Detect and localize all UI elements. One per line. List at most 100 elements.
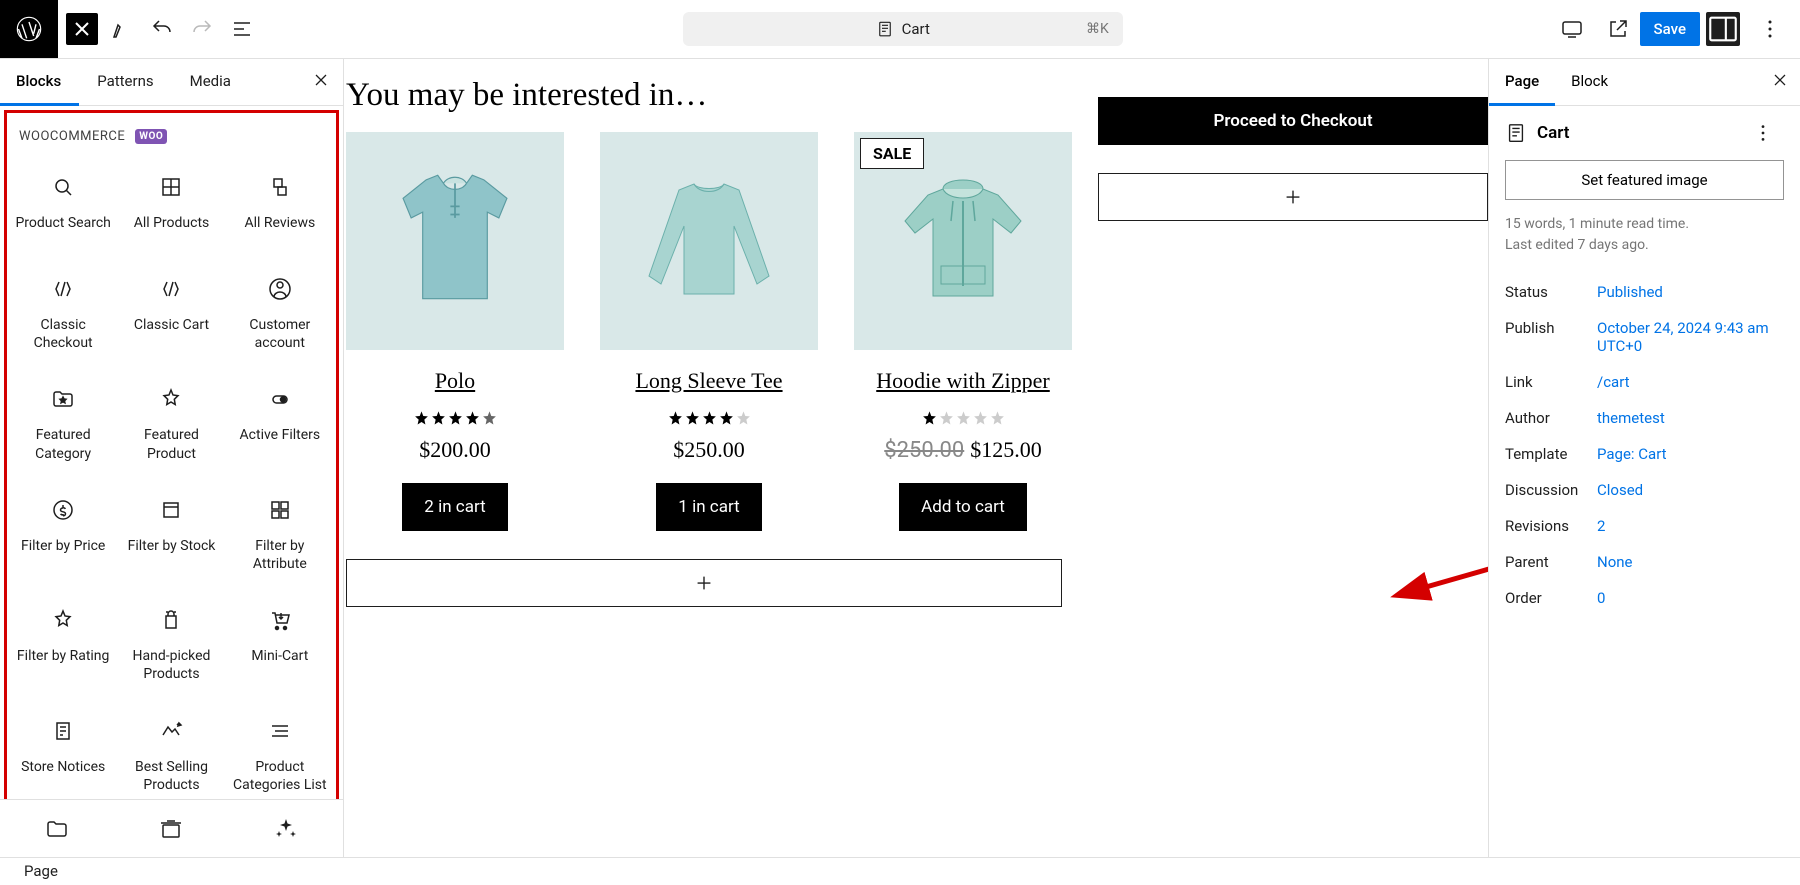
product-title[interactable]: Long Sleeve Tee [635,368,782,394]
read-time-label: 15 words, 1 minute read time. [1489,214,1800,235]
setting-key: Discussion [1505,481,1597,499]
block-item-hand-picked-products[interactable]: Hand-picked Products [117,593,225,703]
block-item-featured-category[interactable]: Featured Category [9,372,117,482]
setting-row-link[interactable]: Link/cart [1489,364,1800,400]
block-icon [158,386,184,412]
redo-button[interactable] [186,13,218,45]
setting-key: Link [1505,373,1597,391]
block-icon [267,174,293,200]
block-item-all-reviews[interactable]: All Reviews [226,160,334,262]
document-title-bar[interactable]: Cart ⌘K [683,12,1123,46]
setting-value[interactable]: Published [1597,283,1784,301]
block-label: Filter by Stock [128,537,216,555]
setting-value[interactable]: Closed [1597,481,1784,499]
block-label: Active Filters [240,426,321,444]
product-title[interactable]: Hoodie with Zipper [876,368,1050,394]
setting-row-parent[interactable]: ParentNone [1489,544,1800,580]
close-inserter-button[interactable] [66,13,98,45]
block-item-product-search[interactable]: Product Search [9,160,117,262]
block-item-featured-product[interactable]: Featured Product [117,372,225,482]
inserter-tabs: Blocks Patterns Media [0,59,343,106]
setting-value[interactable]: 2 [1597,517,1784,535]
tab-patterns[interactable]: Patterns [79,59,171,106]
block-icon [158,174,184,200]
view-button[interactable] [1556,13,1588,45]
setting-value[interactable]: themetest [1597,409,1784,427]
checkout-button[interactable]: Proceed to Checkout [1098,97,1488,145]
undo-button[interactable] [146,13,178,45]
block-label: Filter by Attribute [230,537,330,573]
setting-row-status[interactable]: StatusPublished [1489,274,1800,310]
breadcrumb[interactable]: Page [24,862,58,880]
product-card: Polo $200.00 2 in cart [346,132,564,531]
options-button[interactable] [1754,13,1786,45]
external-view-button[interactable] [1602,13,1634,45]
block-icon [158,497,184,523]
setting-value[interactable]: /cart [1597,373,1784,391]
block-icon [267,386,293,412]
last-edited-label: Last edited 7 days ago. [1489,235,1800,256]
block-icon [158,718,184,744]
add-block-button[interactable] [346,559,1062,607]
setting-key: Author [1505,409,1597,427]
block-item-filter-by-price[interactable]: Filter by Price [9,483,117,593]
setting-row-author[interactable]: Authorthemetest [1489,400,1800,436]
add-to-cart-button[interactable]: 1 in cart [656,483,761,531]
tab-page[interactable]: Page [1489,59,1555,106]
product-image[interactable] [346,132,564,350]
setting-key: Parent [1505,553,1597,571]
setting-value[interactable]: None [1597,553,1784,571]
woo-badge: WOO [135,129,167,144]
block-item-customer-account[interactable]: Customer account [226,262,334,372]
block-item-all-products[interactable]: All Products [117,160,225,262]
setting-row-template[interactable]: TemplatePage: Cart [1489,436,1800,472]
tab-media[interactable]: Media [172,59,249,106]
product-image[interactable] [600,132,818,350]
settings-panel-toggle[interactable] [1706,12,1740,46]
block-item-classic-checkout[interactable]: Classic Checkout [9,262,117,372]
block-item-filter-by-rating[interactable]: Filter by Rating [9,593,117,703]
block-item-store-notices[interactable]: Store Notices [9,704,117,800]
tools-button[interactable] [106,13,138,45]
tab-blocks[interactable]: Blocks [0,59,79,106]
page-actions-icon[interactable] [1752,122,1774,144]
wp-logo[interactable] [0,0,58,58]
block-item-product-categories-list[interactable]: Product Categories List [226,704,334,800]
editor-canvas[interactable]: You may be interested in… Polo $200.00 2… [344,59,1488,857]
setting-value[interactable]: 0 [1597,589,1784,607]
block-label: All Reviews [244,214,315,232]
block-icon [158,276,184,302]
add-to-cart-button[interactable]: 2 in cart [402,483,507,531]
block-item-filter-by-attribute[interactable]: Filter by Attribute [226,483,334,593]
star-rating [413,410,498,427]
breadcrumb-bar: Page [0,857,1800,885]
save-button[interactable]: Save [1640,12,1700,46]
product-title[interactable]: Polo [435,368,475,394]
close-icon[interactable] [1770,70,1790,94]
block-label: Product Search [15,214,110,232]
add-block-button-cart[interactable] [1098,173,1488,221]
block-item-best-selling-products[interactable]: Best Selling Products [117,704,225,800]
setting-value[interactable]: Page: Cart [1597,445,1784,463]
tab-block[interactable]: Block [1555,59,1624,106]
block-label: Classic Checkout [13,316,113,352]
block-item-filter-by-stock[interactable]: Filter by Stock [117,483,225,593]
folder-icon[interactable] [0,800,114,857]
block-icon [50,174,76,200]
block-item-active-filters[interactable]: Active Filters [226,372,334,482]
document-title: Cart [902,20,930,38]
setting-row-discussion[interactable]: DiscussionClosed [1489,472,1800,508]
setting-row-order[interactable]: Order0 [1489,580,1800,616]
sparkle-icon[interactable] [229,800,343,857]
inserter-panel: Blocks Patterns Media WOOCOMMERCE WOO Pr… [0,59,344,857]
block-item-mini-cart[interactable]: Mini-Cart [226,593,334,703]
setting-row-publish[interactable]: PublishOctober 24, 2024 9:43 am UTC+0 [1489,310,1800,364]
archive-icon[interactable] [114,800,228,857]
add-to-cart-button[interactable]: Add to cart [899,483,1027,531]
close-icon[interactable] [311,70,331,94]
document-overview-button[interactable] [226,13,258,45]
setting-row-revisions[interactable]: Revisions2 [1489,508,1800,544]
setting-value[interactable]: October 24, 2024 9:43 am UTC+0 [1597,319,1784,355]
set-featured-image-button[interactable]: Set featured image [1505,160,1784,200]
block-item-classic-cart[interactable]: Classic Cart [117,262,225,372]
